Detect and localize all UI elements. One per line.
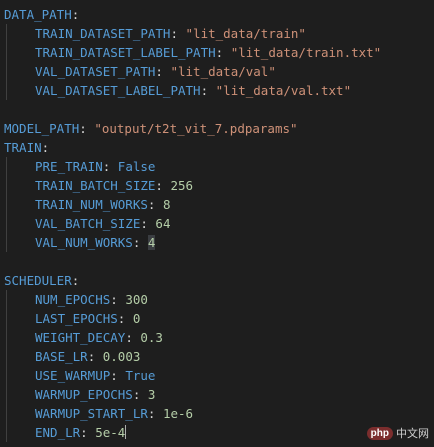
yaml-value: 0 xyxy=(132,311,141,326)
yaml-colon: : xyxy=(117,311,126,326)
yaml-value: "lit_data/val" xyxy=(170,64,276,79)
yaml-key: VAL_NUM_WORKS xyxy=(35,235,133,250)
yaml-key: SCHEDULER xyxy=(4,273,72,288)
yaml-key: VAL_DATASET_PATH xyxy=(35,64,156,79)
yaml-value: 3 xyxy=(147,387,156,402)
yaml-colon: : xyxy=(71,7,80,22)
code-line[interactable]: DATA_PATH: xyxy=(4,5,79,24)
yaml-colon: : xyxy=(140,216,148,231)
yaml-value: "lit_data/train" xyxy=(185,26,306,41)
yaml-key: WARMUP_EPOCHS xyxy=(35,387,133,402)
yaml-colon: : xyxy=(80,425,88,440)
yaml-key: BASE_LR xyxy=(35,349,88,364)
yaml-key: WEIGHT_DECAY xyxy=(35,330,126,345)
code-line[interactable]: MODEL_PATH: "output/t2t_vit_7.pdparams" xyxy=(4,119,298,138)
code-line[interactable]: USE_WARMUP: True xyxy=(4,366,155,385)
yaml-colon: : xyxy=(87,349,96,364)
yaml-colon: : xyxy=(125,330,133,345)
yaml-key: LAST_EPOCHS xyxy=(35,311,118,326)
code-line[interactable]: SCHEDULER: xyxy=(4,271,79,290)
yaml-colon: : xyxy=(132,235,141,250)
yaml-key: PRE_TRAIN xyxy=(35,159,103,174)
yaml-colon: : xyxy=(110,292,118,307)
code-line[interactable]: WARMUP_EPOCHS: 3 xyxy=(4,385,155,404)
yaml-value: False xyxy=(117,159,156,174)
code-line[interactable]: TRAIN_BATCH_SIZE: 256 xyxy=(4,176,193,195)
yaml-key: VAL_DATASET_LABEL_PATH xyxy=(35,83,201,98)
yaml-value: 8 xyxy=(162,197,171,212)
yaml-value: 300 xyxy=(125,292,148,307)
code-line[interactable]: TRAIN_DATASET_LABEL_PATH: "lit_data/trai… xyxy=(4,43,381,62)
yaml-key: TRAIN_DATASET_PATH xyxy=(35,26,171,41)
code-line[interactable]: PRE_TRAIN: False xyxy=(4,157,155,176)
yaml-key: VAL_BATCH_SIZE xyxy=(35,216,141,231)
yaml-value: 5e-4 xyxy=(95,425,126,440)
code-line[interactable]: TRAIN_DATASET_PATH: "lit_data/train" xyxy=(4,24,306,43)
yaml-colon: : xyxy=(41,140,50,155)
code-line[interactable]: WEIGHT_DECAY: 0.3 xyxy=(4,328,163,347)
code-line[interactable]: WARMUP_START_LR: 1e-6 xyxy=(4,404,193,423)
yaml-colon: : xyxy=(155,64,163,79)
yaml-colon: : xyxy=(200,83,209,98)
yaml-value: True xyxy=(125,368,156,383)
yaml-key: TRAIN_BATCH_SIZE xyxy=(35,178,156,193)
yaml-key: END_LR xyxy=(35,425,81,440)
yaml-key: WARMUP_START_LR xyxy=(35,406,148,421)
yaml-value: 0.003 xyxy=(102,349,141,364)
code-line[interactable]: TRAIN_NUM_WORKS: 8 xyxy=(4,195,170,214)
yaml-key: TRAIN xyxy=(4,140,42,155)
yaml-colon: : xyxy=(110,368,118,383)
yaml-value: 4 xyxy=(147,235,156,250)
yaml-value: 1e-6 xyxy=(162,406,194,421)
watermark: php 中文网 xyxy=(366,425,429,441)
yaml-colon: : xyxy=(155,178,163,193)
code-line[interactable]: VAL_DATASET_LABEL_PATH: "lit_data/val.tx… xyxy=(4,81,351,100)
text-cursor xyxy=(125,425,127,439)
yaml-key: TRAIN_NUM_WORKS xyxy=(35,197,148,212)
yaml-colon: : xyxy=(71,273,80,288)
code-line[interactable]: END_LR: 5e-4 xyxy=(4,423,127,442)
yaml-colon: : xyxy=(215,45,224,60)
code-line[interactable]: TRAIN: xyxy=(4,138,49,157)
yaml-key: NUM_EPOCHS xyxy=(35,292,111,307)
code-line[interactable]: LAST_EPOCHS: 0 xyxy=(4,309,140,328)
yaml-colon: : xyxy=(147,197,156,212)
yaml-key: TRAIN_DATASET_LABEL_PATH xyxy=(35,45,216,60)
yaml-colon: : xyxy=(132,387,141,402)
yaml-key: USE_WARMUP xyxy=(35,368,111,383)
yaml-key: MODEL_PATH xyxy=(4,121,80,136)
yaml-colon: : xyxy=(147,406,156,421)
yaml-value: "lit_data/train.txt" xyxy=(230,45,382,60)
code-line[interactable]: VAL_NUM_WORKS: 4 xyxy=(4,233,156,252)
yaml-value: "output/t2t_vit_7.pdparams" xyxy=(94,121,298,136)
yaml-value: 64 xyxy=(155,216,171,231)
code-line[interactable]: VAL_BATCH_SIZE: 64 xyxy=(4,214,170,233)
yaml-value: "lit_data/val.txt" xyxy=(215,83,352,98)
yaml-colon: : xyxy=(170,26,178,41)
yaml-colon: : xyxy=(102,159,111,174)
code-line[interactable]: BASE_LR: 0.003 xyxy=(4,347,140,366)
watermark-text: 中文网 xyxy=(396,428,429,440)
yaml-value: 0.3 xyxy=(140,330,163,345)
code-editor[interactable]: DATA_PATH: TRAIN_DATASET_PATH: "lit_data/… xyxy=(0,0,434,447)
yaml-key: DATA_PATH xyxy=(4,7,72,22)
yaml-colon: : xyxy=(79,121,87,136)
watermark-badge: php xyxy=(366,426,393,440)
code-line[interactable]: NUM_EPOCHS: 300 xyxy=(4,290,148,309)
yaml-value: 256 xyxy=(170,178,194,193)
code-line[interactable]: VAL_DATASET_PATH: "lit_data/val" xyxy=(4,62,276,81)
